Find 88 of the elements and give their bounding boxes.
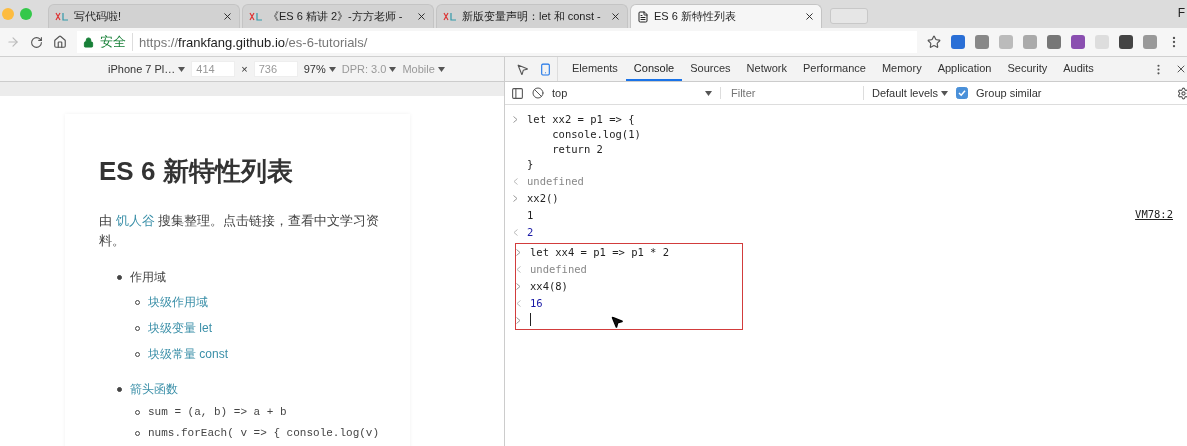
text-caret xyxy=(530,313,531,326)
zoom-select[interactable]: 97% xyxy=(303,63,326,75)
output-chevron-icon xyxy=(516,266,521,273)
output-text: 2 xyxy=(527,225,535,240)
filter-field[interactable]: Filter xyxy=(729,86,864,100)
intro-paragraph: 由 饥人谷 搜集整理。点击链接，查看中文学习资料。 xyxy=(99,212,381,250)
device-select[interactable]: iPhone 7 Pl… xyxy=(108,63,176,75)
tab-title: 写代码啦! xyxy=(74,9,123,24)
output-text: 1 xyxy=(527,208,535,223)
list-bullet-icon xyxy=(117,387,122,392)
tab-title: 新版变量声明：let 和 const - xyxy=(462,9,602,24)
output-chevron-icon xyxy=(513,178,518,185)
caret-icon xyxy=(437,66,445,72)
input-chevron-icon xyxy=(513,195,518,202)
home-icon[interactable] xyxy=(53,35,67,49)
author-link[interactable]: 饥人谷 xyxy=(115,213,155,228)
profile-initial[interactable]: F xyxy=(1177,6,1185,20)
input-chevron-icon xyxy=(516,317,521,324)
output-text: undefined xyxy=(527,174,585,189)
devtools-tab[interactable]: Application xyxy=(929,57,1000,81)
input-chevron-icon xyxy=(513,116,518,123)
close-tab-icon[interactable] xyxy=(804,11,815,22)
caret-icon xyxy=(941,90,949,96)
code-snippet: nums.forEach( v => { console.log(v) xyxy=(148,427,380,439)
list-bullet-icon xyxy=(117,275,122,280)
context-select[interactable]: top xyxy=(552,87,568,99)
page-title: ES 6 新特性列表 xyxy=(99,155,294,188)
extension-icon[interactable] xyxy=(1071,35,1085,49)
address-url[interactable]: https://frankfang.github.io/es-6-tutorials/ xyxy=(139,34,368,50)
command-text: let xx4 = p1 => p1 * 2 xyxy=(530,245,671,260)
devtools-tab[interactable]: Security xyxy=(999,57,1056,81)
checkbox-label: Group similar xyxy=(976,87,1042,99)
forward-icon[interactable] xyxy=(6,35,20,49)
site-favicon-icon xyxy=(249,12,263,21)
output-text: undefined xyxy=(530,262,588,277)
levels-select[interactable]: Default levels xyxy=(872,87,939,99)
caret-icon xyxy=(389,66,397,72)
output-chevron-icon xyxy=(516,300,521,307)
list-link[interactable]: 块级变量 let xyxy=(148,320,212,337)
input-chevron-icon xyxy=(516,283,521,290)
list-link[interactable]: 块级作用域 xyxy=(148,294,208,311)
site-favicon-icon xyxy=(443,12,457,21)
clear-console-icon[interactable] xyxy=(532,87,544,99)
devtools-tab[interactable]: Network xyxy=(738,57,795,81)
command-text: xx2() xyxy=(527,191,560,206)
list-item-text: 作用域 xyxy=(130,269,166,286)
security-label: 安全 xyxy=(100,33,133,51)
devtools-tab[interactable]: Audits xyxy=(1055,57,1102,81)
devtools-tab[interactable]: Elements xyxy=(564,57,626,81)
caret-icon xyxy=(178,66,186,72)
caret-icon xyxy=(705,90,712,96)
list-link[interactable]: 箭头函数 xyxy=(130,381,178,398)
reload-icon[interactable] xyxy=(30,35,43,49)
dimension-separator: × xyxy=(241,63,248,75)
devtools-tab[interactable]: Performance xyxy=(794,57,874,81)
command-text: xx4(8) xyxy=(530,279,569,294)
devtools-tab[interactable]: Sources xyxy=(682,57,739,81)
sidebar-toggle-icon[interactable] xyxy=(511,86,524,100)
close-tab-icon[interactable] xyxy=(416,11,427,22)
source-link[interactable]: VM78:2 xyxy=(1135,208,1173,220)
input-chevron-icon xyxy=(516,249,521,256)
browser-tab[interactable]: 新版变量声明：let 和 const - xyxy=(436,4,628,28)
tab-title: ES 6 新特性列表 xyxy=(654,9,737,24)
caret-icon xyxy=(328,66,336,72)
browser-tab[interactable]: 《ES 6 精讲 2》-方方老师 - xyxy=(242,4,434,28)
browser-tab[interactable]: ES 6 新特性列表 xyxy=(630,4,822,28)
close-tab-icon[interactable] xyxy=(610,11,621,22)
command-text: let xx2 = p1 => { console.log(1) return 2 } xyxy=(527,112,642,172)
checkbox[interactable] xyxy=(956,87,969,99)
close-tab-icon[interactable] xyxy=(222,11,233,22)
code-snippet: sum = (a, b) => a + b xyxy=(148,406,287,418)
page-icon xyxy=(637,10,649,23)
list-link[interactable]: 块级常量 const xyxy=(148,346,228,363)
output-text: 16 xyxy=(530,296,544,311)
mouse-pointer-icon xyxy=(610,315,624,329)
extension-icon[interactable] xyxy=(1047,35,1061,49)
bookmark-star-icon[interactable] xyxy=(927,35,941,49)
extension-icon[interactable] xyxy=(1119,35,1133,49)
site-favicon-icon xyxy=(55,12,69,21)
extension-icon[interactable] xyxy=(975,35,989,49)
browser-tab[interactable]: 写代码啦! xyxy=(48,4,240,28)
extension-icon[interactable] xyxy=(951,35,965,49)
lock-icon xyxy=(83,36,94,48)
settings-icon[interactable] xyxy=(1177,86,1187,100)
devtools-tab[interactable]: Console xyxy=(625,57,683,81)
devtools-tab[interactable]: Memory xyxy=(873,57,930,81)
output-chevron-icon xyxy=(513,229,518,236)
tab-title: 《ES 6 精讲 2》-方方老师 - xyxy=(268,9,404,24)
